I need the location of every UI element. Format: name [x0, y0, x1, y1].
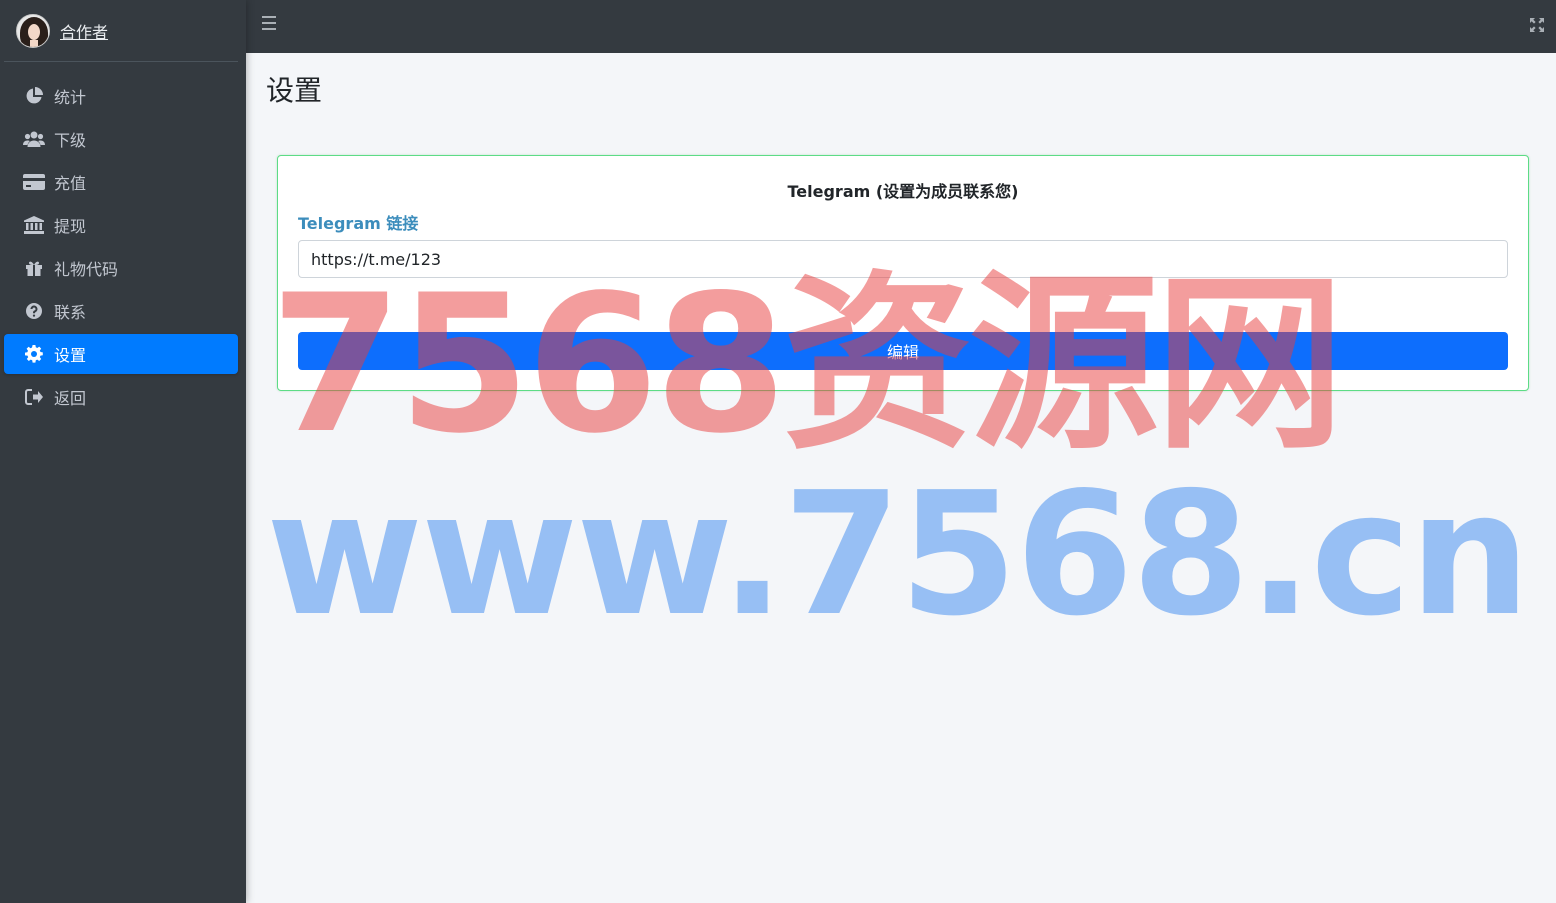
- brand[interactable]: 合作者: [4, 0, 238, 62]
- users-icon: [22, 129, 46, 149]
- gear-icon: [22, 344, 46, 364]
- main-content: 设置 Telegram (设置为成员联系您) Telegram 链接 编辑: [246, 53, 1556, 903]
- sidebar-item-label: 提现: [54, 217, 87, 236]
- sidebar-item-label: 联系: [54, 303, 87, 322]
- sidebar-item-label: 充值: [54, 174, 87, 193]
- edit-button[interactable]: 编辑: [298, 332, 1508, 370]
- question-circle-icon: [22, 301, 46, 321]
- avatar: [16, 13, 50, 48]
- sidebar-item-withdraw[interactable]: 提现: [4, 205, 238, 245]
- expand-icon[interactable]: [1530, 17, 1544, 32]
- sidebar: 合作者 统计 下级 充值 提现 礼物代码 联系 设置 返回: [0, 0, 246, 903]
- sidebar-item-label: 设置: [54, 346, 87, 365]
- sidebar-item-recharge[interactable]: 充值: [4, 162, 238, 202]
- sidebar-item-label: 返回: [54, 389, 87, 408]
- sidebar-item-subordinates[interactable]: 下级: [4, 119, 238, 159]
- pie-chart-icon: [22, 86, 46, 106]
- sidebar-item-contact[interactable]: 联系: [4, 291, 238, 331]
- settings-card: Telegram (设置为成员联系您) Telegram 链接 编辑: [277, 155, 1529, 391]
- sidebar-item-gift-code[interactable]: 礼物代码: [4, 248, 238, 288]
- sign-out-icon: [22, 387, 46, 407]
- gift-icon: [22, 258, 46, 278]
- sidebar-item-label: 统计: [54, 88, 87, 107]
- top-navbar: [246, 0, 1556, 53]
- sidebar-item-label: 下级: [54, 131, 87, 150]
- sidebar-nav: 统计 下级 充值 提现 礼物代码 联系 设置 返回: [0, 76, 246, 417]
- bank-icon: [22, 215, 46, 235]
- brand-name[interactable]: 合作者: [60, 19, 108, 43]
- page-title: 设置: [266, 74, 323, 107]
- hamburger-icon[interactable]: [262, 16, 276, 30]
- sidebar-item-stats[interactable]: 统计: [4, 76, 238, 116]
- telegram-link-label: Telegram 链接: [298, 214, 419, 233]
- sidebar-item-label: 礼物代码: [54, 260, 119, 279]
- sidebar-item-settings[interactable]: 设置: [4, 334, 238, 374]
- credit-card-icon: [22, 172, 46, 192]
- telegram-link-input[interactable]: [298, 240, 1508, 278]
- card-heading: Telegram (设置为成员联系您): [787, 182, 1019, 201]
- sidebar-item-back[interactable]: 返回: [4, 377, 238, 417]
